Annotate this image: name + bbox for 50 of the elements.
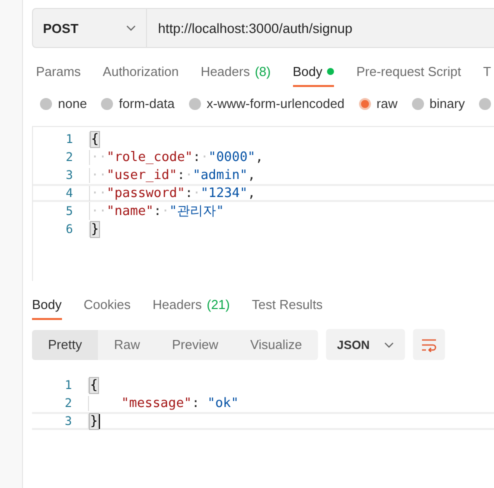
view-mode-tab[interactable]: Raw (98, 330, 156, 360)
format-dropdown[interactable]: JSON (326, 329, 405, 360)
tab[interactable]: Authorization (102, 64, 179, 87)
radio-button[interactable] (478, 98, 491, 110)
radio-button[interactable] (358, 98, 371, 110)
tab[interactable]: Test Results (252, 297, 323, 320)
line-number: 4 (64, 186, 74, 200)
line-number: 2 (64, 150, 74, 164)
line-number: 3 (64, 414, 73, 428)
code-line: ··"user_id":·"admin", (89, 168, 256, 182)
radio-label[interactable]: x-www-form-urlencoded (206, 96, 345, 111)
radio-label[interactable]: raw (376, 96, 398, 111)
tab[interactable]: Pre-request Script (356, 64, 462, 87)
wrap-lines-button[interactable] (412, 329, 445, 360)
radio-label[interactable]: none (58, 96, 87, 111)
line-number: 2 (64, 396, 73, 410)
tab[interactable]: Headers (8) (200, 64, 271, 87)
radio-button[interactable] (188, 98, 201, 110)
caret-icon (384, 342, 394, 348)
line-number: 1 (64, 378, 73, 392)
radio-button[interactable] (40, 98, 52, 110)
tab[interactable]: Body (32, 297, 62, 320)
code-line: ··"name":·"관리자" (89, 202, 224, 220)
tab[interactable]: Body (292, 64, 334, 87)
code-line: ··"role_code":·"0000", (89, 150, 264, 164)
code-line: { (88, 378, 98, 392)
caret-icon (126, 25, 136, 31)
radio-button[interactable] (412, 98, 424, 110)
radio-button[interactable] (100, 98, 113, 110)
tab[interactable]: Params (36, 64, 81, 87)
tab[interactable]: T (483, 64, 492, 87)
line-number: 3 (64, 168, 74, 182)
tab[interactable]: Cookies (84, 297, 131, 320)
view-mode-tab[interactable]: Preview (156, 330, 234, 360)
radio-label[interactable]: form-data (118, 96, 175, 111)
wrap-lines-icon (420, 338, 437, 352)
method-dropdown[interactable]: POST (32, 8, 147, 48)
url-field[interactable]: http://localhost:3000/auth/signup (147, 8, 494, 48)
code-line: } (89, 222, 99, 236)
tab[interactable]: Headers (21) (152, 297, 230, 320)
view-mode-tab[interactable]: Visualize (234, 330, 318, 360)
code-line: { (89, 132, 99, 146)
view-mode-tab[interactable]: Pretty (32, 330, 98, 360)
line-number: 5 (64, 204, 74, 218)
line-number: 6 (64, 222, 74, 236)
code-line: "message": "ok" (88, 396, 239, 410)
line-number: 1 (64, 132, 74, 146)
code-line: ··"password":·"1234", (89, 186, 256, 200)
radio-label[interactable]: binary (430, 96, 465, 111)
code-line: } (88, 414, 100, 428)
